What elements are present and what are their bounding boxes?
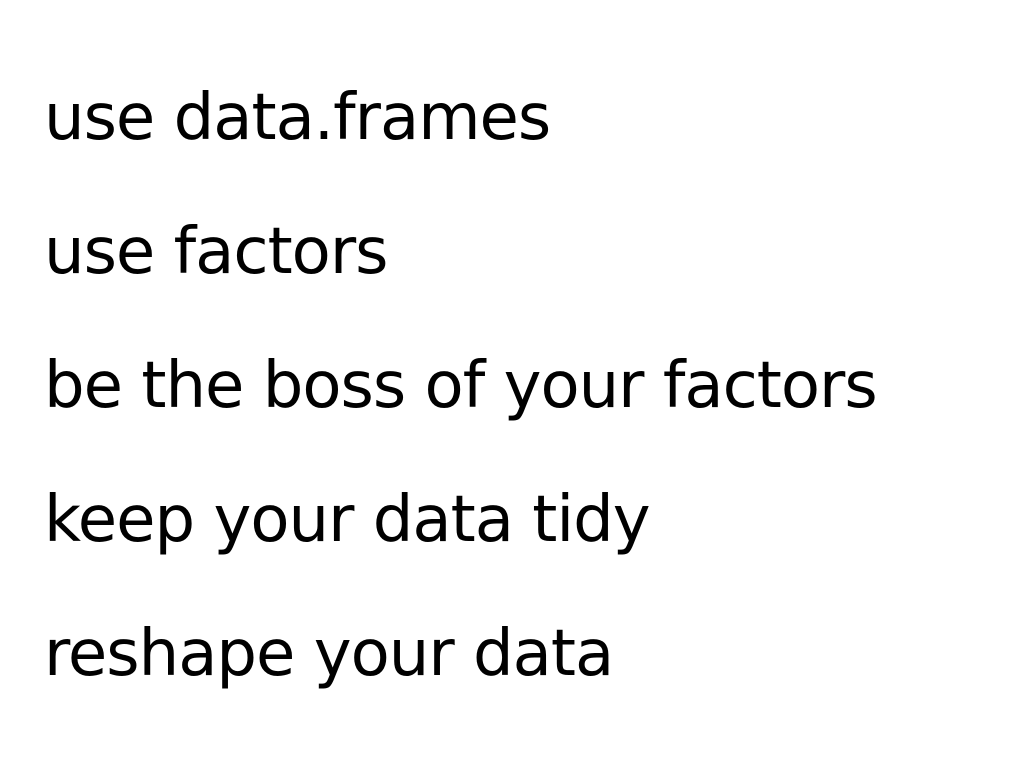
bullet-be-the-boss-of-your-factors: be the boss of your factors [44, 349, 878, 423]
bullet-keep-your-data-tidy: keep your data tidy [44, 483, 651, 557]
slide: use data.frames use factors be the boss … [0, 0, 1024, 768]
bullet-reshape-your-data: reshape your data [44, 617, 614, 691]
bullet-use-data-frames: use data.frames [44, 81, 551, 155]
bullet-use-factors: use factors [44, 215, 388, 289]
